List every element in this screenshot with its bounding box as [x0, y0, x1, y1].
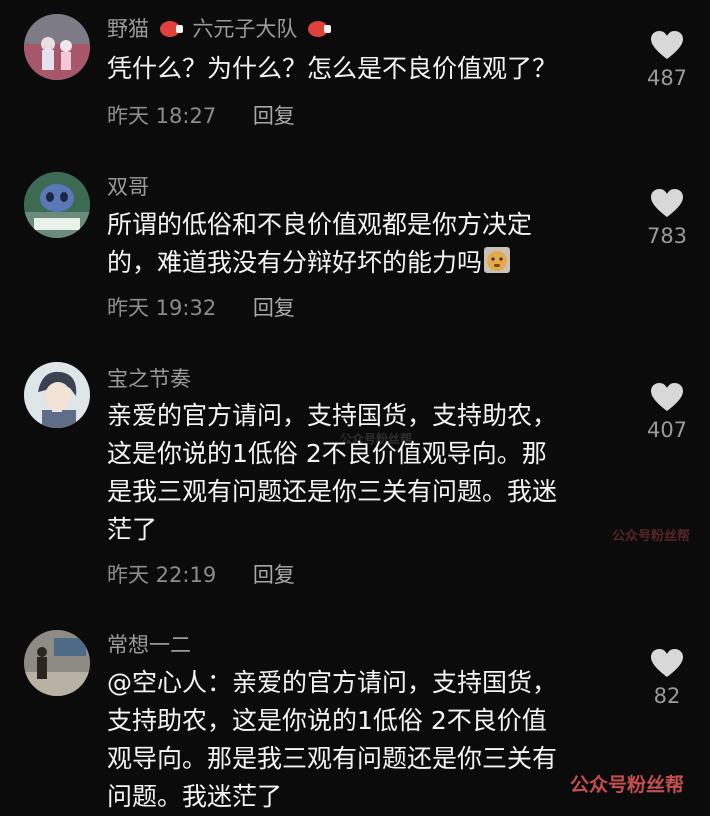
heart-icon	[651, 383, 683, 411]
username[interactable]: 双哥	[107, 174, 149, 200]
doge-sticker-icon	[484, 247, 511, 273]
comment-line: 观导向。那是我三观有问题还是你三关有	[107, 744, 558, 773]
comment-line: 凭什么？为什么？怎么是不良价值观了？	[107, 54, 558, 83]
boxing-glove-icon	[159, 21, 183, 37]
comment-time: 昨天 19:32	[107, 296, 217, 320]
like-button[interactable]: 407	[640, 382, 694, 442]
comment-line: 是我三观有问题还是你三关有问题。我迷	[107, 477, 558, 506]
like-button[interactable]: 783	[640, 188, 694, 248]
username[interactable]: 宝之节奏	[107, 366, 191, 392]
comment-text: 凭什么？为什么？怎么是不良价值观了？	[107, 50, 627, 88]
like-button[interactable]: 82	[640, 648, 694, 708]
heart-icon	[651, 189, 683, 217]
comment-meta: 昨天 19:32 回复	[107, 292, 295, 322]
like-count: 407	[646, 418, 688, 442]
heart-icon	[651, 649, 683, 677]
comment-time: 昨天 18:27	[107, 104, 217, 128]
username-text: 双哥	[107, 175, 149, 199]
comment-text: 所谓的低俗和不良价值观都是你方决定 的，难道我没有分辩好坏的能力吗	[107, 206, 627, 282]
username[interactable]: 常想一二	[107, 632, 191, 658]
username[interactable]: 野猫 六元子大队	[107, 16, 334, 42]
user-avatar[interactable]	[24, 630, 90, 696]
comment-meta: 昨天 18:27 回复	[107, 100, 295, 130]
person-avatar-icon	[24, 630, 90, 696]
comment-text: 亲爱的官方请问，支持国货，支持助农， 这是你说的1低俗 2不良价值观导向。那 是…	[107, 397, 627, 549]
comment-line: @空心人：亲爱的官方请问，支持国货，	[107, 668, 558, 697]
reply-button[interactable]: 回复	[253, 104, 295, 128]
comment-time: 昨天 22:19	[107, 563, 217, 587]
watermark-large: 公众号粉丝帮	[570, 774, 685, 796]
user-avatar[interactable]	[24, 362, 90, 428]
comment-meta: 昨天 22:19 回复	[107, 559, 295, 589]
comment-line-text: 的，难道我没有分辩好坏的能力吗	[107, 248, 483, 277]
anime-avatar-icon	[24, 362, 90, 428]
comment-line: 问题。我迷茫了	[107, 782, 283, 811]
stitch-avatar-icon	[24, 172, 90, 238]
avatar-photo-icon	[24, 14, 90, 80]
watermark-faint: 公众号粉丝帮	[340, 432, 413, 446]
reply-button[interactable]: 回复	[253, 296, 295, 320]
like-button[interactable]: 487	[640, 30, 694, 90]
comment-line: 茫了	[107, 515, 158, 544]
username-text: 常想一二	[107, 633, 191, 657]
username-text: 宝之节奏	[107, 367, 191, 391]
like-count: 487	[646, 66, 688, 90]
comment-line: 所谓的低俗和不良价值观都是你方决定	[107, 210, 533, 239]
username-text: 野猫	[107, 17, 149, 41]
comment-line: 支持助农，这是你说的1低俗 2不良价值	[107, 706, 547, 735]
heart-icon	[651, 31, 683, 59]
fan-group-label: 六元子大队	[192, 17, 298, 41]
reply-button[interactable]: 回复	[253, 563, 295, 587]
boxing-glove-icon	[308, 21, 332, 37]
like-count: 82	[653, 684, 681, 708]
comment-line: 的，难道我没有分辩好坏的能力吗	[107, 244, 627, 282]
user-avatar[interactable]	[24, 14, 90, 80]
watermark-small: 公众号粉丝帮	[612, 529, 691, 544]
user-avatar[interactable]	[24, 172, 90, 238]
like-count: 783	[646, 224, 688, 248]
comment-text: @空心人：亲爱的官方请问，支持国货， 支持助农，这是你说的1低俗 2不良价值 观…	[107, 664, 627, 816]
